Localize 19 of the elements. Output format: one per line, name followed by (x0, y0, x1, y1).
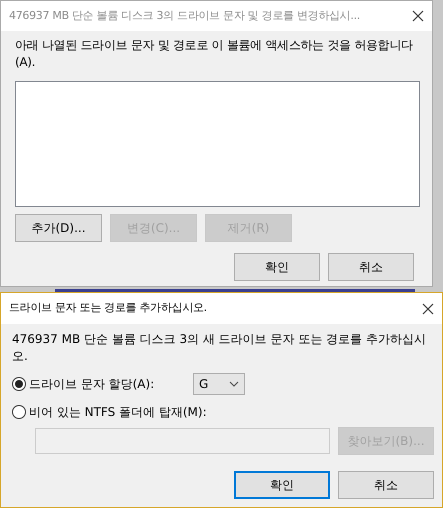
description-text: 아래 나열된 드라이브 문자 및 경로로 이 볼륨에 액세스하는 것을 허용합니다(A). (15, 37, 414, 71)
dialog-button[interactable]: 취소 (328, 253, 414, 281)
chevron-down-icon (229, 381, 239, 387)
description-text: 476937 MB 단순 볼륨 디스크 3의 새 드라이브 문자 또는 경로를 추가하십시오. (12, 331, 427, 365)
radio-button[interactable] (12, 377, 26, 391)
dialog-button[interactable]: 확인 (234, 253, 320, 281)
close-icon[interactable] (412, 10, 424, 22)
drive-path-list[interactable] (15, 81, 420, 207)
dropdown-value: G (199, 376, 208, 393)
drive-letter-dropdown[interactable]: G (193, 373, 245, 395)
dialog-button[interactable]: 취소 (338, 471, 434, 499)
radio-label: 드라이브 문자 할당(A): (29, 376, 156, 393)
close-icon[interactable] (422, 302, 434, 314)
window-title: 476937 MB 단순 볼륨 디스크 3의 드라이브 문자 및 경로를 변경하십시... (9, 8, 361, 24)
radio-label: 비어 있는 NTFS 폴더에 탑재(M): (29, 404, 207, 421)
path-button[interactable]: 추가(D)... (15, 214, 102, 242)
dialog-button[interactable]: 확인 (234, 471, 330, 499)
window-title: 드라이브 문자 또는 경로를 추가하십시오. (9, 300, 208, 316)
radio-button[interactable] (12, 405, 26, 419)
